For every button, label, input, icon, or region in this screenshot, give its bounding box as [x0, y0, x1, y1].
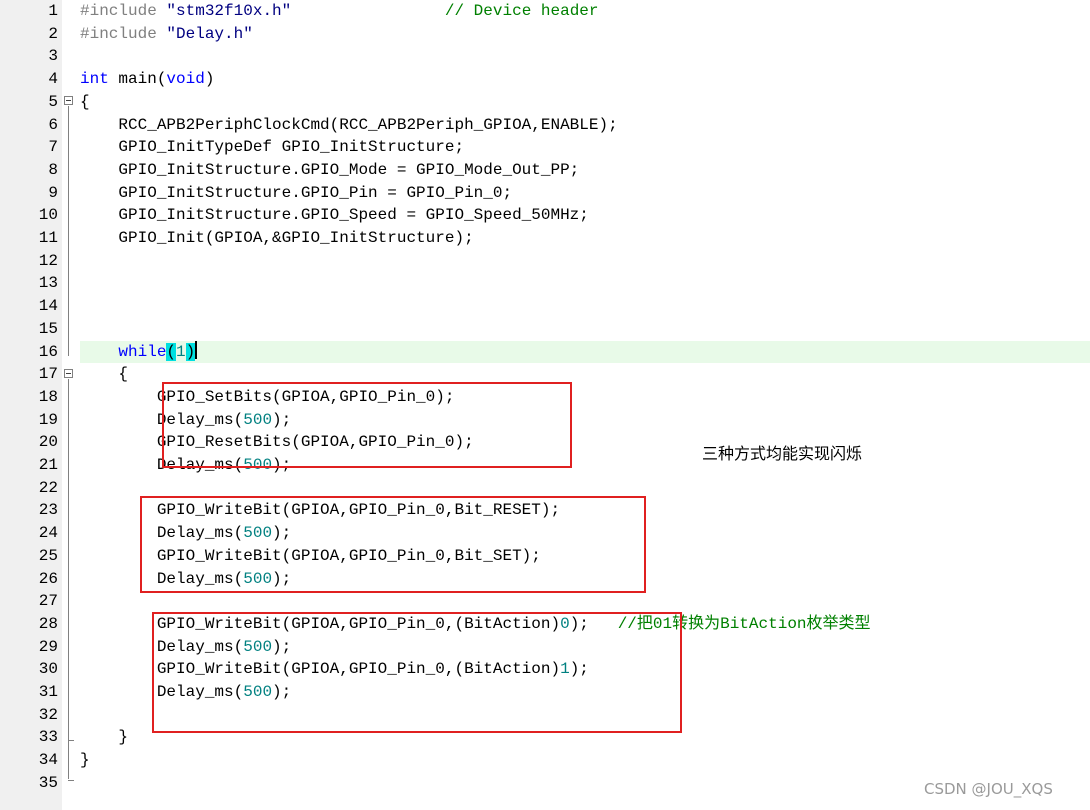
line-code: GPIO_Init(GPIOA,&GPIO_InitStructure);	[80, 227, 474, 250]
code-comment: // Device header	[291, 2, 599, 20]
line-number: 24	[38, 524, 58, 543]
code-line[interactable]: 1 #include "stm32f10x.h" // Device header	[0, 0, 1090, 23]
code-line[interactable]: 8 GPIO_InitStructure.GPIO_Mode = GPIO_Mo…	[0, 159, 1090, 182]
line-number: 1	[48, 2, 58, 20]
line-number: 8	[48, 160, 58, 179]
line-code: {	[80, 91, 90, 114]
line-number: 33	[38, 728, 58, 747]
line-number: 20	[38, 433, 58, 452]
annotation-note: 三种方式均能实现闪烁	[702, 444, 863, 463]
code-token: }	[80, 751, 90, 770]
line-number: 11	[38, 229, 58, 247]
line-code: GPIO_InitTypeDef GPIO_InitStructure;	[80, 136, 464, 159]
highlight-box-setbits	[162, 382, 572, 468]
code-token: 1	[176, 342, 186, 361]
code-token: RCC_APB2PeriphClockCmd(RCC_APB2Periph_GP…	[80, 115, 618, 134]
code-line[interactable]: 11 GPIO_Init(GPIOA,&GPIO_InitStructure);	[0, 227, 1090, 250]
text-caret	[195, 340, 198, 359]
code-token: )	[204, 70, 215, 89]
line-number: 15	[38, 319, 58, 338]
line-code: }	[80, 749, 90, 772]
code-line[interactable]: 14	[0, 295, 1090, 318]
line-number: 3	[48, 47, 58, 66]
line-number: 19	[38, 410, 58, 429]
code-line[interactable]: 34}	[0, 749, 1090, 772]
line-number: 31	[38, 683, 58, 701]
line-number: 28	[38, 614, 58, 633]
line-number: 4	[48, 70, 58, 89]
line-number: 23	[38, 501, 58, 520]
line-number: 29	[38, 637, 58, 656]
line-number: 13	[38, 274, 58, 293]
line-number: 6	[48, 115, 58, 134]
line-number: 35	[38, 773, 58, 792]
line-code: while(1)	[80, 340, 198, 364]
code-token: }	[80, 728, 129, 747]
code-line[interactable]: 6 RCC_APB2PeriphClockCmd(RCC_APB2Periph_…	[0, 114, 1090, 137]
code-token: GPIO_Init(GPIOA,&GPIO_InitStructure);	[80, 229, 474, 247]
code-line[interactable]: 15	[0, 318, 1090, 341]
line-number: 32	[38, 705, 58, 724]
line-number: 17	[38, 365, 58, 384]
line-number: 10	[38, 206, 58, 225]
code-line[interactable]: 16 while(1)	[0, 340, 1090, 364]
highlight-box-writebit-cast	[152, 612, 682, 733]
line-code: }	[80, 726, 128, 749]
code-line[interactable]: 10 GPIO_InitStructure.GPIO_Speed = GPIO_…	[0, 204, 1090, 227]
code-line[interactable]: 27	[0, 590, 1090, 613]
code-line[interactable]: 13	[0, 272, 1090, 295]
line-number: 26	[38, 569, 58, 588]
current-line-highlight	[80, 340, 1090, 364]
code-token: #include	[80, 2, 167, 20]
code-token: {	[80, 92, 90, 111]
code-line[interactable]: 9 GPIO_InitStructure.GPIO_Pin = GPIO_Pin…	[0, 182, 1090, 205]
line-number: 16	[38, 342, 58, 361]
code-token: void	[166, 70, 205, 89]
line-number: 12	[38, 251, 58, 270]
code-token: )	[185, 342, 196, 361]
highlight-box-writebit-enum	[140, 496, 646, 593]
line-number: 7	[48, 138, 58, 157]
code-line[interactable]: 7 GPIO_InitTypeDef GPIO_InitStructure;	[0, 136, 1090, 159]
code-token: main(	[108, 70, 167, 89]
code-line[interactable]: 3	[0, 45, 1090, 68]
line-number: 2	[48, 24, 58, 43]
line-code: RCC_APB2PeriphClockCmd(RCC_APB2Periph_GP…	[80, 114, 618, 137]
line-code: GPIO_InitStructure.GPIO_Pin = GPIO_Pin_0…	[80, 182, 512, 205]
line-code: GPIO_InitStructure.GPIO_Speed = GPIO_Spe…	[80, 204, 589, 227]
line-number: 9	[48, 183, 58, 202]
line-number: 14	[38, 297, 58, 316]
code-line[interactable]: 12	[0, 250, 1090, 273]
code-editor[interactable]: 1 #include "stm32f10x.h" // Device header…	[0, 0, 1090, 810]
line-code: GPIO_InitStructure.GPIO_Mode = GPIO_Mode…	[80, 159, 579, 182]
line-number: 34	[38, 751, 58, 770]
code-token: "Delay.h"	[166, 24, 253, 43]
code-token: "stm32f10x.h"	[166, 2, 292, 20]
line-number: 27	[38, 592, 58, 611]
code-line[interactable]: 2 #include "Delay.h"	[0, 23, 1090, 46]
code-token: {	[80, 365, 129, 384]
code-token: while	[118, 342, 167, 361]
code-token: GPIO_InitStructure.GPIO_Pin = GPIO_Pin_0…	[80, 183, 513, 202]
line-number: 21	[38, 456, 58, 474]
code-token: GPIO_InitTypeDef GPIO_InitStructure;	[80, 138, 465, 157]
code-line[interactable]: 5{	[0, 91, 1090, 114]
line-number: 22	[38, 478, 58, 497]
watermark: CSDN @JOU_XQS	[924, 780, 1053, 798]
code-token: GPIO_InitStructure.GPIO_Speed = GPIO_Spe…	[80, 206, 589, 225]
code-token: (	[166, 342, 177, 361]
line-number: 30	[38, 660, 58, 679]
line-code: int main(void)	[80, 68, 214, 91]
code-token: int	[80, 70, 109, 89]
line-code: #include "Delay.h"	[80, 23, 253, 46]
line-number: 5	[48, 92, 58, 111]
code-token: #include	[80, 24, 167, 43]
code-token: GPIO_InitStructure.GPIO_Mode = GPIO_Mode…	[80, 160, 580, 179]
line-code: {	[80, 363, 128, 386]
line-number: 25	[38, 546, 58, 565]
line-code: #include "stm32f10x.h" // Device header	[80, 0, 599, 23]
line-number: 18	[38, 387, 58, 406]
code-line[interactable]: 4 int main(void)	[0, 68, 1090, 91]
